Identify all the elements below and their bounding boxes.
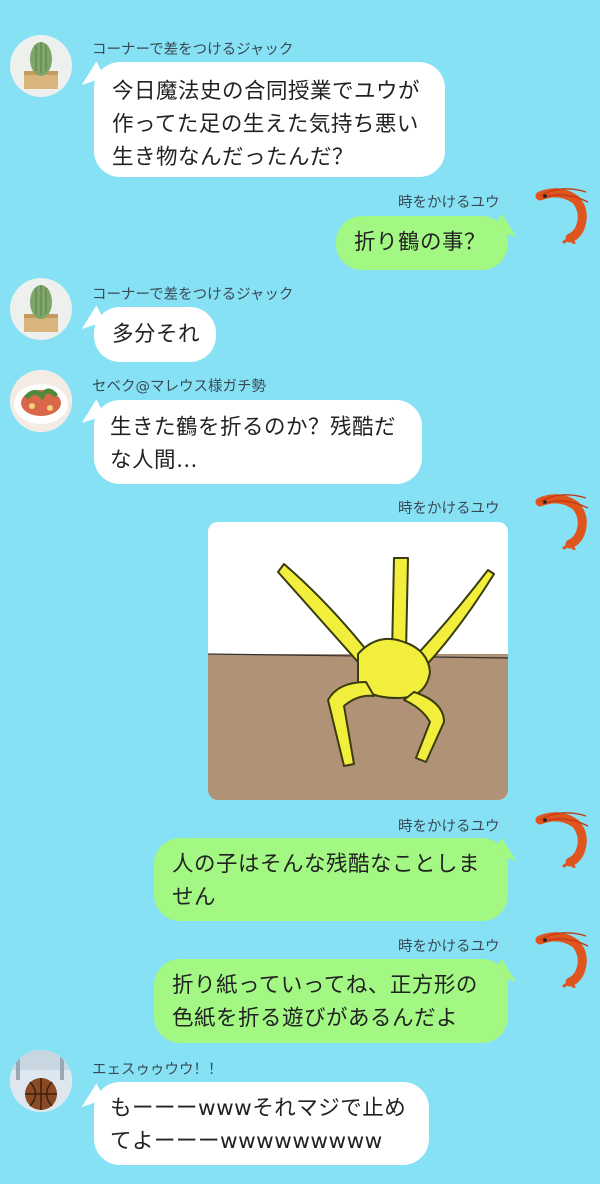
- message-text: 作ってた足の生えた気持ち悪い: [112, 112, 419, 137]
- message-text: せん: [172, 885, 217, 910]
- message-bubble[interactable]: 多分それ: [94, 307, 216, 362]
- shrimp-avatar[interactable]: [530, 926, 592, 988]
- message-text: 生きた鶴を折るのか？残酷だ: [110, 415, 397, 440]
- message-bubble[interactable]: 今日魔法史の合同授業でユウが 作ってた足の生えた気持ち悪い 生き物なんだったんだ…: [94, 62, 445, 177]
- message-text: てよーーーwwwwwwwww: [110, 1129, 383, 1154]
- message-text: もーーーwwwそれマジで止め: [110, 1096, 407, 1121]
- sender-name: セベク@マレウス様ガチ勢: [92, 379, 266, 395]
- shrimp-avatar[interactable]: [530, 182, 592, 244]
- sender-name: コーナーで差をつけるジャック: [92, 42, 294, 58]
- basketball-avatar[interactable]: [10, 1050, 72, 1112]
- message-text: 生き物なんだったんだ？: [112, 145, 355, 170]
- message-text: 多分それ: [112, 322, 201, 347]
- sender-name: 時をかけるユウ: [398, 819, 500, 835]
- message-text: 折り鶴の事？: [354, 230, 487, 255]
- sender-name: エェスゥゥウウ！！: [92, 1062, 223, 1078]
- message-bubble[interactable]: 生きた鶴を折るのか？残酷だ な人間…: [94, 400, 422, 484]
- message-text: な人間…: [110, 448, 199, 473]
- sender-name: 時をかけるユウ: [398, 195, 500, 211]
- shrimp-avatar[interactable]: [530, 488, 592, 550]
- message-text: 人の子はそんな残酷なことしま: [172, 852, 481, 877]
- message-bubble[interactable]: もーーーwwwそれマジで止め てよーーーwwwwwwwww: [94, 1082, 429, 1165]
- shrimp-avatar[interactable]: [530, 806, 592, 868]
- message-bubble[interactable]: 折り鶴の事？: [336, 216, 508, 270]
- sender-name: コーナーで差をつけるジャック: [92, 287, 294, 303]
- message-text: 折り紙っていってね、正方形の: [172, 973, 478, 998]
- message-bubble[interactable]: 折り紙っていってね、正方形の 色紙を折る遊びがあるんだよ: [154, 959, 508, 1043]
- message-bubble[interactable]: 人の子はそんな残酷なことしま せん: [154, 838, 508, 921]
- sender-name: 時をかけるユウ: [398, 501, 500, 517]
- message-text: 今日魔法史の合同授業でユウが: [112, 79, 421, 104]
- salad-avatar[interactable]: [10, 370, 72, 432]
- message-text: 色紙を折る遊びがあるんだよ: [172, 1006, 459, 1031]
- sticker-image[interactable]: [208, 522, 508, 800]
- cactus-avatar[interactable]: [10, 35, 72, 97]
- sender-name: 時をかけるユウ: [398, 939, 500, 955]
- cactus-avatar[interactable]: [10, 278, 72, 340]
